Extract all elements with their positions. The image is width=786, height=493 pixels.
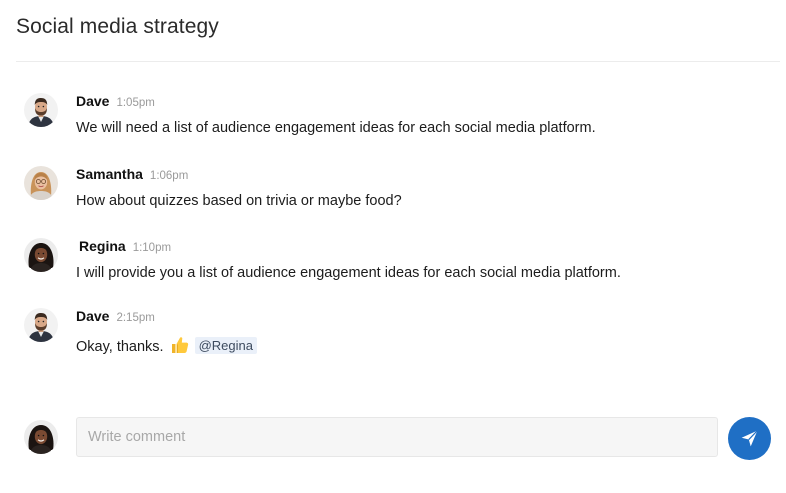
author-name[interactable]: Dave xyxy=(76,93,109,109)
comment-item: Regina 1:10pm I will provide you a list o… xyxy=(24,238,764,290)
author-name[interactable]: Regina xyxy=(79,238,126,254)
comment-input[interactable] xyxy=(76,417,718,457)
avatar[interactable] xyxy=(24,166,58,200)
comment-text: How about quizzes based on trivia or may… xyxy=(76,193,402,209)
author-name[interactable]: Dave xyxy=(76,308,109,324)
regina-avatar-image xyxy=(24,238,58,272)
dave-avatar-image xyxy=(24,308,58,342)
comment-author[interactable]: Samantha 1:06pm xyxy=(76,166,188,182)
regina-avatar-image xyxy=(24,420,58,454)
comment-timestamp: 2:15pm xyxy=(116,312,155,324)
header-divider xyxy=(16,61,780,62)
dave-avatar-image xyxy=(24,93,58,127)
paper-plane-icon xyxy=(741,430,758,447)
comment-timestamp: 1:05pm xyxy=(116,97,155,109)
send-button[interactable] xyxy=(728,417,771,460)
comment-item: Dave 2:15pm Okay, thanks. @Regina xyxy=(24,308,764,360)
comment-text: Okay, thanks. @Regina xyxy=(76,335,257,355)
comment-timestamp: 1:06pm xyxy=(149,170,189,182)
samantha-avatar-image xyxy=(24,166,58,200)
author-name[interactable]: Samantha xyxy=(76,166,143,182)
comment-item: Dave 1:05pm We will need a list of audien… xyxy=(24,93,764,145)
comment-author[interactable]: Regina 1:10pm xyxy=(79,238,171,254)
avatar[interactable] xyxy=(24,93,58,127)
page-title: Social media strategy xyxy=(16,15,219,38)
thumbs-up-icon xyxy=(170,335,190,355)
comment-text: We will need a list of audience engageme… xyxy=(76,120,596,136)
comment-author[interactable]: Dave 1:05pm xyxy=(76,93,155,109)
avatar[interactable] xyxy=(24,238,58,272)
comment-timestamp: 1:10pm xyxy=(132,242,172,254)
comment-author[interactable]: Dave 2:15pm xyxy=(76,308,155,324)
comment-item: Samantha 1:06pm How about quizzes based o… xyxy=(24,166,764,218)
avatar[interactable] xyxy=(24,308,58,342)
current-user-avatar xyxy=(24,420,58,454)
comment-text-body: Okay, thanks. xyxy=(76,339,164,355)
comment-text: I will provide you a list of audience en… xyxy=(76,265,621,281)
mention-tag[interactable]: @Regina xyxy=(194,337,257,354)
